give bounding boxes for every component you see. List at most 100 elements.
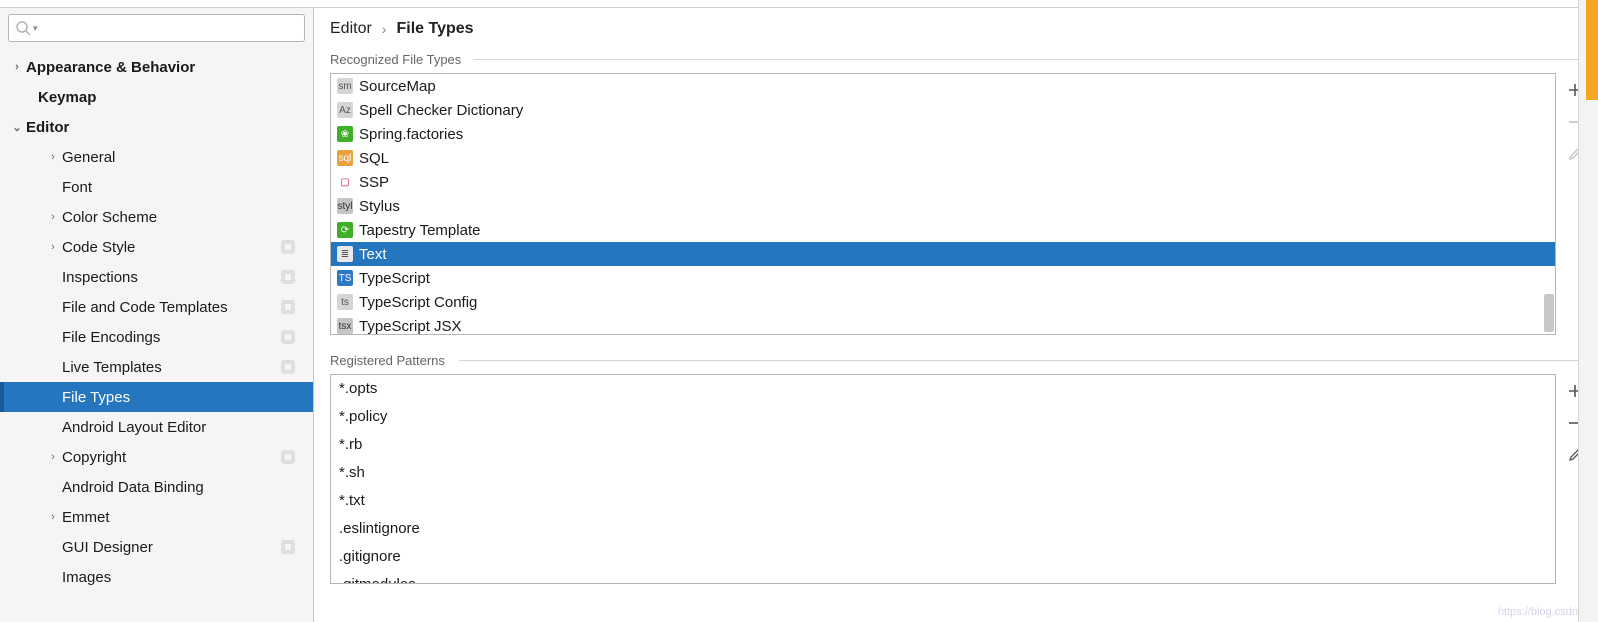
sidebar-item-label: File Types: [62, 389, 130, 406]
file-type-label: Stylus: [359, 198, 400, 215]
sidebar-item-label: Keymap: [38, 89, 96, 106]
scope-overlay-icon: [281, 270, 295, 284]
file-type-row[interactable]: Az Spell Checker Dictionary: [331, 98, 1555, 122]
file-type-icon: styl: [337, 198, 353, 214]
sidebar-item-live-templates[interactable]: Live Templates: [0, 352, 313, 382]
scrollbar-thumb[interactable]: [1544, 294, 1554, 332]
patterns-list[interactable]: *.opts*.policy*.rb*.sh*.txt.eslintignore…: [330, 374, 1556, 584]
sidebar-item-label: GUI Designer: [62, 539, 153, 556]
sidebar-item-copyright[interactable]: ›Copyright: [0, 442, 313, 472]
file-type-label: Spell Checker Dictionary: [359, 102, 523, 119]
file-type-row[interactable]: sqlSQL: [331, 146, 1555, 170]
recognized-panel: smSourceMap Az Spell Checker Dictionary ❀ Sp…: [314, 67, 1598, 335]
sidebar-item-file-types[interactable]: File Types: [0, 382, 313, 412]
sidebar-item-label: File Encodings: [62, 329, 160, 346]
scroll-marker: [1586, 0, 1598, 100]
file-type-row[interactable]: styl Stylus: [331, 194, 1555, 218]
sidebar-item-label: Emmet: [62, 509, 110, 526]
search-icon: [15, 20, 31, 36]
pattern-row[interactable]: *.sh: [331, 459, 1555, 487]
scope-overlay-icon: [281, 450, 295, 464]
sidebar-item-file-and-code-templates[interactable]: File and Code Templates: [0, 292, 313, 322]
file-type-label: SourceMap: [359, 78, 436, 95]
expander-icon: ›: [44, 451, 62, 463]
file-type-label: Text: [359, 246, 387, 263]
search-box[interactable]: ▾: [8, 14, 305, 42]
file-types-list[interactable]: smSourceMap Az Spell Checker Dictionary ❀ Sp…: [330, 73, 1556, 335]
file-type-row[interactable]: ts TypeScript Config: [331, 290, 1555, 314]
scope-overlay-icon: [281, 360, 295, 374]
file-type-icon: TS: [337, 270, 353, 286]
pattern-row[interactable]: *.opts: [331, 375, 1555, 403]
sidebar-item-gui-designer[interactable]: GUI Designer: [0, 532, 313, 562]
file-type-label: TypeScript Config: [359, 294, 477, 311]
sidebar-item-label: Font: [62, 179, 92, 196]
sidebar-item-images[interactable]: Images: [0, 562, 313, 592]
breadcrumb-current: File Types: [396, 20, 473, 38]
file-type-row[interactable]: ≣ Text: [331, 242, 1555, 266]
file-type-row[interactable]: smSourceMap: [331, 74, 1555, 98]
sidebar-item-label: Images: [62, 569, 111, 586]
sidebar-item-label: Code Style: [62, 239, 135, 256]
sidebar-item-keymap[interactable]: Keymap: [0, 82, 313, 112]
sidebar-item-label: Editor: [26, 119, 69, 136]
breadcrumb: Editor › File Types: [314, 8, 1598, 48]
chevron-right-icon: ›: [382, 21, 387, 37]
patterns-panel: *.opts*.policy*.rb*.sh*.txt.eslintignore…: [314, 368, 1598, 584]
sidebar-item-editor[interactable]: ⌄Editor: [0, 112, 313, 142]
file-type-icon: ts: [337, 294, 353, 310]
breadcrumb-root[interactable]: Editor: [330, 20, 372, 38]
file-type-row[interactable]: tsxTypeScript JSX: [331, 314, 1555, 335]
settings-tree: ›Appearance & BehaviorKeymap⌄Editor›Gene…: [0, 48, 313, 622]
sidebar-item-color-scheme[interactable]: ›Color Scheme: [0, 202, 313, 232]
file-type-icon: Az: [337, 102, 353, 118]
sidebar-item-general[interactable]: ›General: [0, 142, 313, 172]
main-layout: ▾ ›Appearance & BehaviorKeymap⌄Editor›Ge…: [0, 8, 1598, 622]
pattern-row[interactable]: .gitmodules: [331, 571, 1555, 584]
sidebar-item-android-data-binding[interactable]: Android Data Binding: [0, 472, 313, 502]
sidebar-item-label: Live Templates: [62, 359, 162, 376]
file-type-label: TypeScript: [359, 270, 430, 287]
sidebar-item-font[interactable]: Font: [0, 172, 313, 202]
right-gutter: [1578, 0, 1598, 622]
expander-icon: ›: [44, 241, 62, 253]
pattern-row[interactable]: *.txt: [331, 487, 1555, 515]
sidebar-item-inspections[interactable]: Inspections: [0, 262, 313, 292]
file-type-icon: ⟳: [337, 222, 353, 238]
expander-icon: ⌄: [8, 121, 26, 134]
sidebar-item-label: Color Scheme: [62, 209, 157, 226]
sidebar-item-label: Inspections: [62, 269, 138, 286]
settings-sidebar: ▾ ›Appearance & BehaviorKeymap⌄Editor›Ge…: [0, 8, 314, 622]
sidebar-item-android-layout-editor[interactable]: Android Layout Editor: [0, 412, 313, 442]
sidebar-item-label: General: [62, 149, 115, 166]
pattern-row[interactable]: .gitignore: [331, 543, 1555, 571]
sidebar-item-label: Appearance & Behavior: [26, 59, 195, 76]
file-type-row[interactable]: ▢SSP: [331, 170, 1555, 194]
section-title-recognized: Recognized File Types: [314, 48, 1598, 67]
scope-overlay-icon: [281, 330, 295, 344]
expander-icon: ›: [8, 61, 26, 73]
sidebar-item-emmet[interactable]: ›Emmet: [0, 502, 313, 532]
file-type-icon: ❀: [337, 126, 353, 142]
pattern-row[interactable]: .eslintignore: [331, 515, 1555, 543]
file-type-row[interactable]: ⟳Tapestry Template: [331, 218, 1555, 242]
file-type-row[interactable]: ❀ Spring.factories: [331, 122, 1555, 146]
file-type-label: Spring.factories: [359, 126, 463, 143]
pattern-row[interactable]: *.policy: [331, 403, 1555, 431]
sidebar-item-appearance-behavior[interactable]: ›Appearance & Behavior: [0, 52, 313, 82]
search-input[interactable]: [38, 21, 298, 36]
file-type-icon: ≣: [337, 246, 353, 262]
file-type-row[interactable]: TS TypeScript: [331, 266, 1555, 290]
file-type-icon: sql: [337, 150, 353, 166]
sidebar-item-code-style[interactable]: ›Code Style: [0, 232, 313, 262]
pattern-row[interactable]: *.rb: [331, 431, 1555, 459]
sidebar-item-label: Android Layout Editor: [62, 419, 206, 436]
scope-overlay-icon: [281, 240, 295, 254]
sidebar-item-label: Copyright: [62, 449, 126, 466]
sidebar-item-file-encodings[interactable]: File Encodings: [0, 322, 313, 352]
sidebar-item-label: File and Code Templates: [62, 299, 228, 316]
file-type-label: TypeScript JSX: [359, 318, 462, 335]
window-top-bar: [0, 0, 1598, 8]
expander-icon: ›: [44, 511, 62, 523]
search-wrap: ▾: [0, 8, 313, 48]
